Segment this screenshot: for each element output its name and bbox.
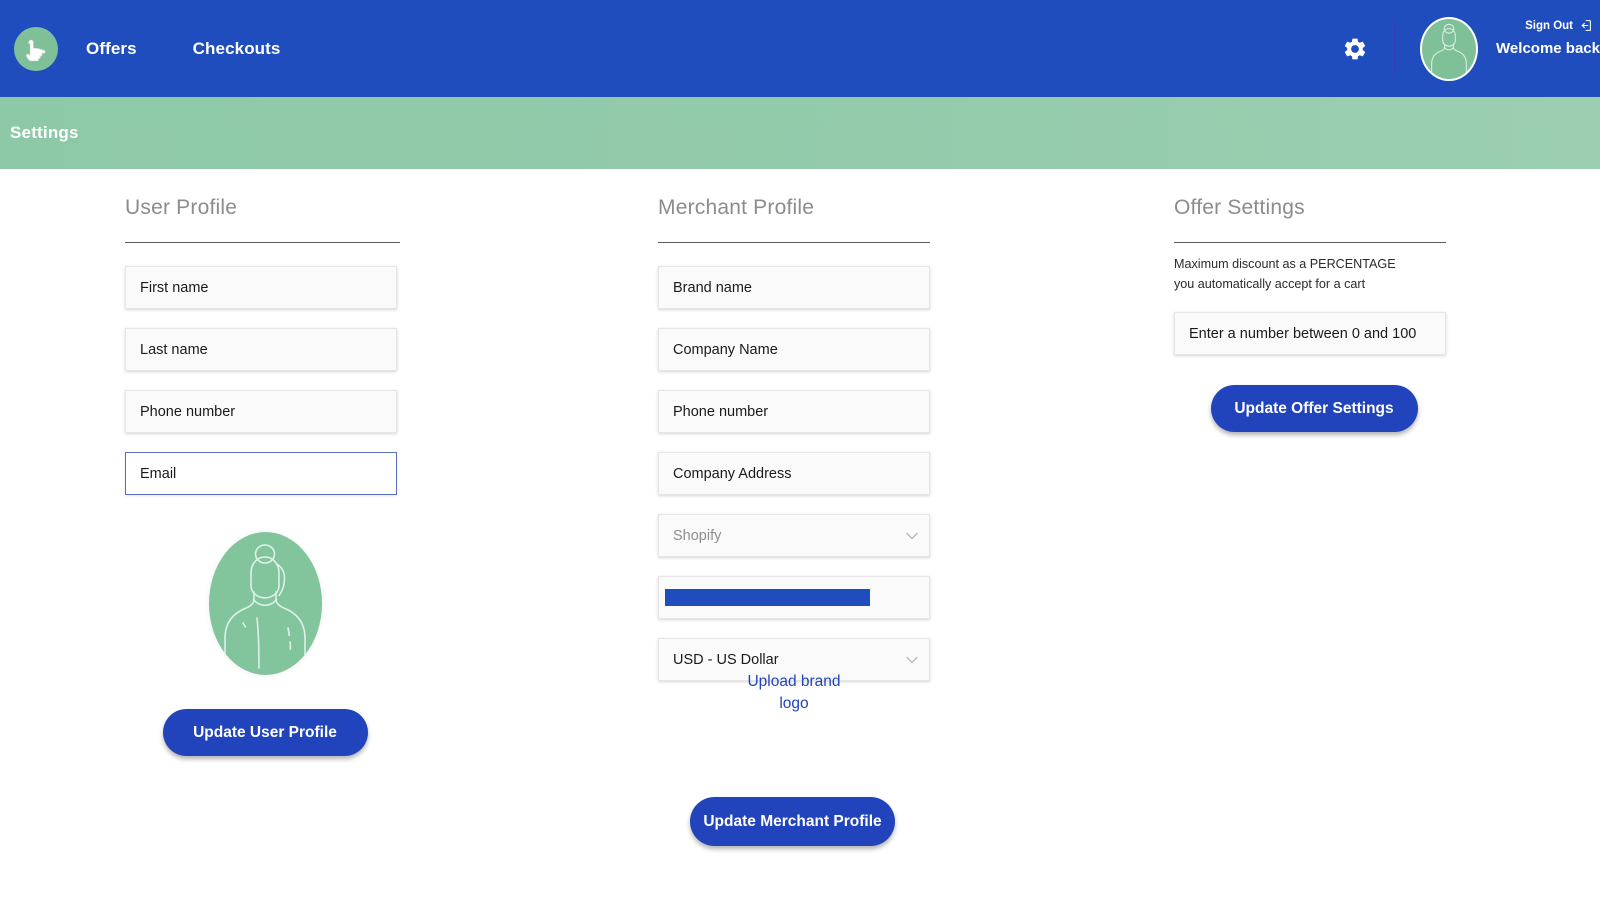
user-profile-divider: [125, 242, 400, 243]
sign-out-label: Sign Out: [1525, 19, 1573, 32]
platform-select[interactable]: Shopify: [658, 514, 930, 557]
header-divider: [1394, 21, 1397, 76]
sign-out-button[interactable]: Sign Out: [1525, 19, 1592, 32]
main-content: User Profile Upd: [0, 169, 1600, 900]
user-phone-number-input[interactable]: [125, 390, 397, 433]
selected-text-highlight: [665, 589, 870, 606]
company-name-input[interactable]: [658, 328, 930, 371]
gear-icon: [1344, 38, 1366, 59]
first-name-input[interactable]: [125, 266, 397, 309]
merchant-profile-section: Merchant Profile Shopify USD - US Dollar: [658, 169, 938, 681]
merchant-phone-number-input[interactable]: [658, 390, 930, 433]
header-avatar[interactable]: [1420, 16, 1479, 81]
user-profile-avatar-icon: [223, 544, 306, 675]
offer-settings-divider: [1174, 242, 1446, 243]
upload-brand-logo-line2: logo: [779, 695, 809, 712]
merchant-profile-divider: [658, 242, 930, 243]
page-title: Settings: [10, 123, 79, 142]
page-header-bar: Settings: [0, 97, 1600, 169]
offer-input-wrapper: [1174, 312, 1454, 355]
person-avatar-icon: [1431, 23, 1467, 78]
update-user-profile-button[interactable]: Update User Profile: [162, 709, 368, 756]
user-profile-heading: User Profile: [125, 196, 238, 219]
max-discount-input[interactable]: [1174, 312, 1446, 355]
pointing-hand-logo-icon: [26, 39, 46, 61]
platform-select-wrapper: Shopify: [658, 514, 930, 557]
merchant-profile-heading: Merchant Profile: [658, 196, 815, 219]
brand-name-input[interactable]: [658, 266, 930, 309]
settings-gear-button[interactable]: [1342, 36, 1368, 62]
update-merchant-profile-button[interactable]: Update Merchant Profile: [690, 797, 895, 846]
top-bar-right-cluster: Welcome back Sign Out: [1342, 0, 1600, 97]
nav-links: Offers Checkouts: [86, 39, 336, 59]
upload-brand-logo-line1: Upload brand: [747, 673, 841, 690]
store-url-input[interactable]: [658, 576, 930, 619]
nav-link-checkouts[interactable]: Checkouts: [193, 39, 281, 59]
offer-settings-section: Offer Settings Maximum discount as a PER…: [1174, 169, 1454, 432]
update-offer-settings-button[interactable]: Update Offer Settings: [1210, 385, 1418, 432]
user-profile-section: User Profile Upd: [125, 169, 405, 756]
welcome-message: Welcome back: [1496, 40, 1600, 57]
offer-settings-heading: Offer Settings: [1174, 196, 1305, 219]
offer-settings-description: Maximum discount as a PERCENTAGE you aut…: [1174, 257, 1396, 291]
nav-link-offers[interactable]: Offers: [86, 39, 137, 59]
last-name-input[interactable]: [125, 328, 397, 371]
sign-out-icon: [1581, 20, 1591, 31]
top-navigation-bar: Offers Checkouts Welcome back Sign Out: [0, 0, 1600, 97]
email-input[interactable]: [125, 452, 397, 495]
brand-logo[interactable]: [14, 26, 58, 71]
company-address-input[interactable]: [658, 452, 930, 495]
user-profile-avatar[interactable]: [208, 532, 322, 675]
upload-brand-logo-link[interactable]: Upload brand logo: [658, 671, 930, 715]
